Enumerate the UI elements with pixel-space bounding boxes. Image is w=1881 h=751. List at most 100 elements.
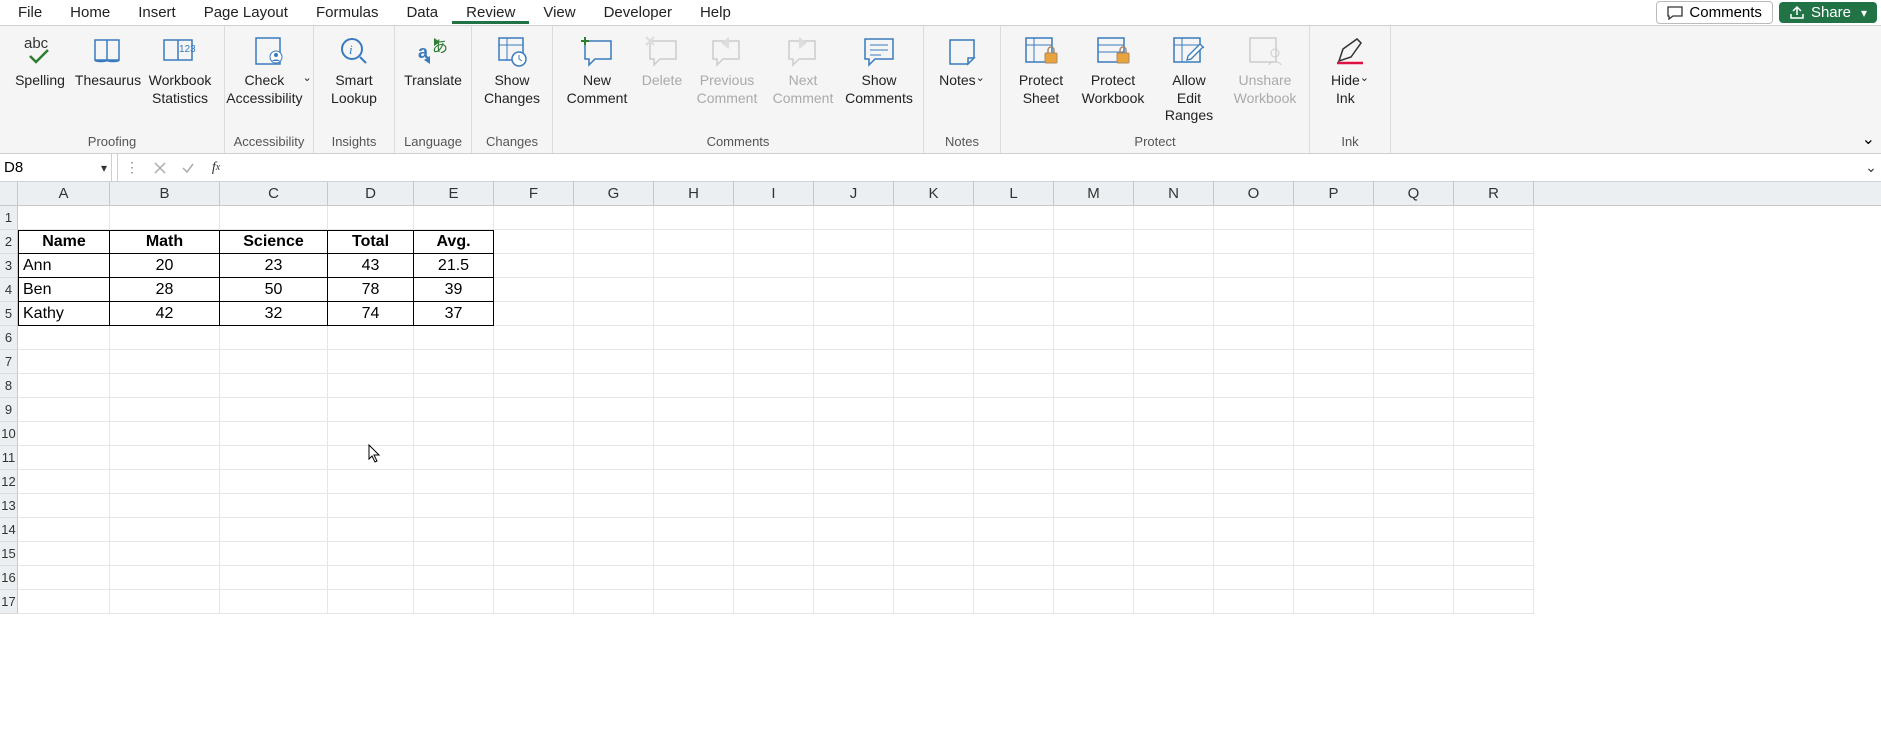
col-header-M[interactable]: M	[1054, 182, 1134, 205]
cell-K1[interactable]	[894, 206, 974, 230]
cell-K3[interactable]	[894, 254, 974, 278]
cell-K11[interactable]	[894, 446, 974, 470]
cell-L14[interactable]	[974, 518, 1054, 542]
cell-G6[interactable]	[574, 326, 654, 350]
cell-G13[interactable]	[574, 494, 654, 518]
cell-E9[interactable]	[414, 398, 494, 422]
cell-G12[interactable]	[574, 470, 654, 494]
cell-D1[interactable]	[328, 206, 414, 230]
col-header-C[interactable]: C	[220, 182, 328, 205]
cell-D16[interactable]	[328, 566, 414, 590]
cell-I7[interactable]	[734, 350, 814, 374]
cell-G11[interactable]	[574, 446, 654, 470]
cell-M1[interactable]	[1054, 206, 1134, 230]
cell-I12[interactable]	[734, 470, 814, 494]
cell-N10[interactable]	[1134, 422, 1214, 446]
cell-H3[interactable]	[654, 254, 734, 278]
cell-K7[interactable]	[894, 350, 974, 374]
cell-F16[interactable]	[494, 566, 574, 590]
cell-G16[interactable]	[574, 566, 654, 590]
cell-O10[interactable]	[1214, 422, 1294, 446]
cell-H16[interactable]	[654, 566, 734, 590]
col-header-H[interactable]: H	[654, 182, 734, 205]
cell-J9[interactable]	[814, 398, 894, 422]
translate-button[interactable]: aあTranslate	[401, 30, 465, 130]
cell-G4[interactable]	[574, 278, 654, 302]
cell-K16[interactable]	[894, 566, 974, 590]
cell-P7[interactable]	[1294, 350, 1374, 374]
cell-Q2[interactable]	[1374, 230, 1454, 254]
cell-B7[interactable]	[110, 350, 220, 374]
cell-Q17[interactable]	[1374, 590, 1454, 614]
cell-L12[interactable]	[974, 470, 1054, 494]
cell-J15[interactable]	[814, 542, 894, 566]
thesaurus-button[interactable]: Thesaurus	[74, 30, 142, 130]
cell-I16[interactable]	[734, 566, 814, 590]
cell-Q6[interactable]	[1374, 326, 1454, 350]
cell-J7[interactable]	[814, 350, 894, 374]
cell-Q5[interactable]	[1374, 302, 1454, 326]
cell-D12[interactable]	[328, 470, 414, 494]
row-header-13[interactable]: 13	[0, 494, 18, 518]
cell-O3[interactable]	[1214, 254, 1294, 278]
cell-P1[interactable]	[1294, 206, 1374, 230]
cell-B2[interactable]: Math	[110, 230, 220, 254]
col-header-R[interactable]: R	[1454, 182, 1534, 205]
cell-D2[interactable]: Total	[328, 230, 414, 254]
row-header-12[interactable]: 12	[0, 470, 18, 494]
cell-J3[interactable]	[814, 254, 894, 278]
cell-M14[interactable]	[1054, 518, 1134, 542]
cell-K13[interactable]	[894, 494, 974, 518]
show-changes-button[interactable]: ShowChanges	[478, 30, 546, 130]
cell-C1[interactable]	[220, 206, 328, 230]
cell-R14[interactable]	[1454, 518, 1534, 542]
cell-R2[interactable]	[1454, 230, 1534, 254]
cell-C4[interactable]: 50	[220, 278, 328, 302]
cell-D8[interactable]	[328, 374, 414, 398]
cell-M5[interactable]	[1054, 302, 1134, 326]
cell-H10[interactable]	[654, 422, 734, 446]
cell-O6[interactable]	[1214, 326, 1294, 350]
cell-M12[interactable]	[1054, 470, 1134, 494]
cancel-formula-button[interactable]	[146, 154, 174, 181]
cell-I5[interactable]	[734, 302, 814, 326]
cell-N5[interactable]	[1134, 302, 1214, 326]
cell-Q15[interactable]	[1374, 542, 1454, 566]
spelling-button[interactable]: abcSpelling	[6, 30, 74, 130]
cell-M3[interactable]	[1054, 254, 1134, 278]
cell-K5[interactable]	[894, 302, 974, 326]
cell-Q1[interactable]	[1374, 206, 1454, 230]
cell-B16[interactable]	[110, 566, 220, 590]
cell-F15[interactable]	[494, 542, 574, 566]
cell-G2[interactable]	[574, 230, 654, 254]
new-comment-button[interactable]: NewComment	[559, 30, 635, 130]
cell-R8[interactable]	[1454, 374, 1534, 398]
cell-A9[interactable]	[18, 398, 110, 422]
cell-B9[interactable]	[110, 398, 220, 422]
cell-Q7[interactable]	[1374, 350, 1454, 374]
cell-E15[interactable]	[414, 542, 494, 566]
cell-M16[interactable]	[1054, 566, 1134, 590]
row-header-8[interactable]: 8	[0, 374, 18, 398]
cell-I6[interactable]	[734, 326, 814, 350]
cell-F4[interactable]	[494, 278, 574, 302]
cell-F1[interactable]	[494, 206, 574, 230]
cell-N1[interactable]	[1134, 206, 1214, 230]
menu-help[interactable]: Help	[686, 2, 745, 24]
cell-K14[interactable]	[894, 518, 974, 542]
cell-F5[interactable]	[494, 302, 574, 326]
workbook-stats-button[interactable]: 123WorkbookStatistics	[142, 30, 218, 130]
cell-E6[interactable]	[414, 326, 494, 350]
cell-L3[interactable]	[974, 254, 1054, 278]
cell-J17[interactable]	[814, 590, 894, 614]
cell-C9[interactable]	[220, 398, 328, 422]
cell-I17[interactable]	[734, 590, 814, 614]
cell-B17[interactable]	[110, 590, 220, 614]
cell-C2[interactable]: Science	[220, 230, 328, 254]
cell-B8[interactable]	[110, 374, 220, 398]
cell-O9[interactable]	[1214, 398, 1294, 422]
menu-file[interactable]: File	[4, 2, 56, 24]
cell-E13[interactable]	[414, 494, 494, 518]
menu-formulas[interactable]: Formulas	[302, 2, 393, 24]
cell-B14[interactable]	[110, 518, 220, 542]
